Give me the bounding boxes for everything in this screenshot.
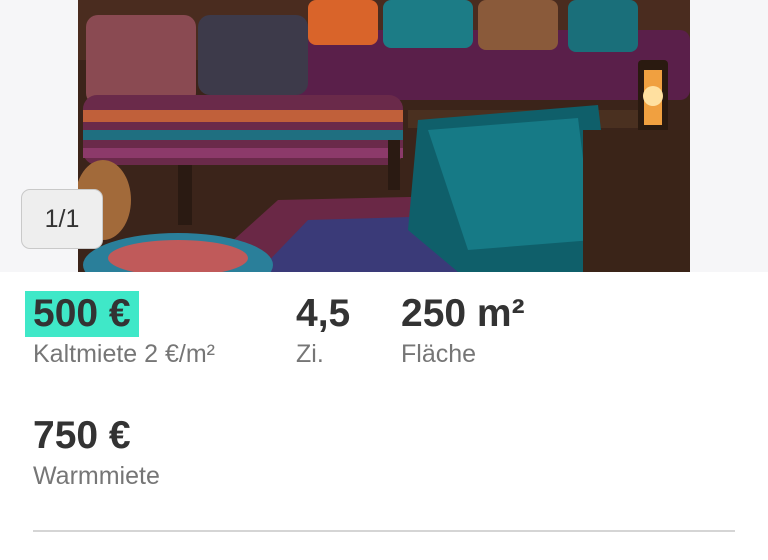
warmmiete-label: Warmmiete [33,462,160,490]
image-counter[interactable]: 1/1 [21,189,103,249]
kaltmiete-value: 500 € [25,291,215,337]
zimmer-value: 4,5 [296,292,351,335]
flaeche-fact: 250 m² Fläche [401,291,525,369]
zimmer-fact: 4,5 Zi. [296,291,350,369]
flaeche-label: Fläche [401,340,477,368]
living-room-photo-icon [78,0,690,272]
warmmiete-value: 750 € [33,414,131,457]
listing-photo[interactable] [78,0,690,272]
flaeche-value: 250 m² [401,292,525,335]
kaltmiete-label: Kaltmiete 2 €/m² [33,340,216,368]
image-gallery[interactable]: 1/1 [0,0,768,272]
kaltmiete-fact: 500 € Kaltmiete 2 €/m² [25,291,216,369]
zimmer-label: Zi. [296,340,324,368]
warmmiete-fact: 750 € Warmmiete [33,413,160,491]
kaltmiete-highlight: 500 € [25,291,139,337]
divider [33,530,735,532]
